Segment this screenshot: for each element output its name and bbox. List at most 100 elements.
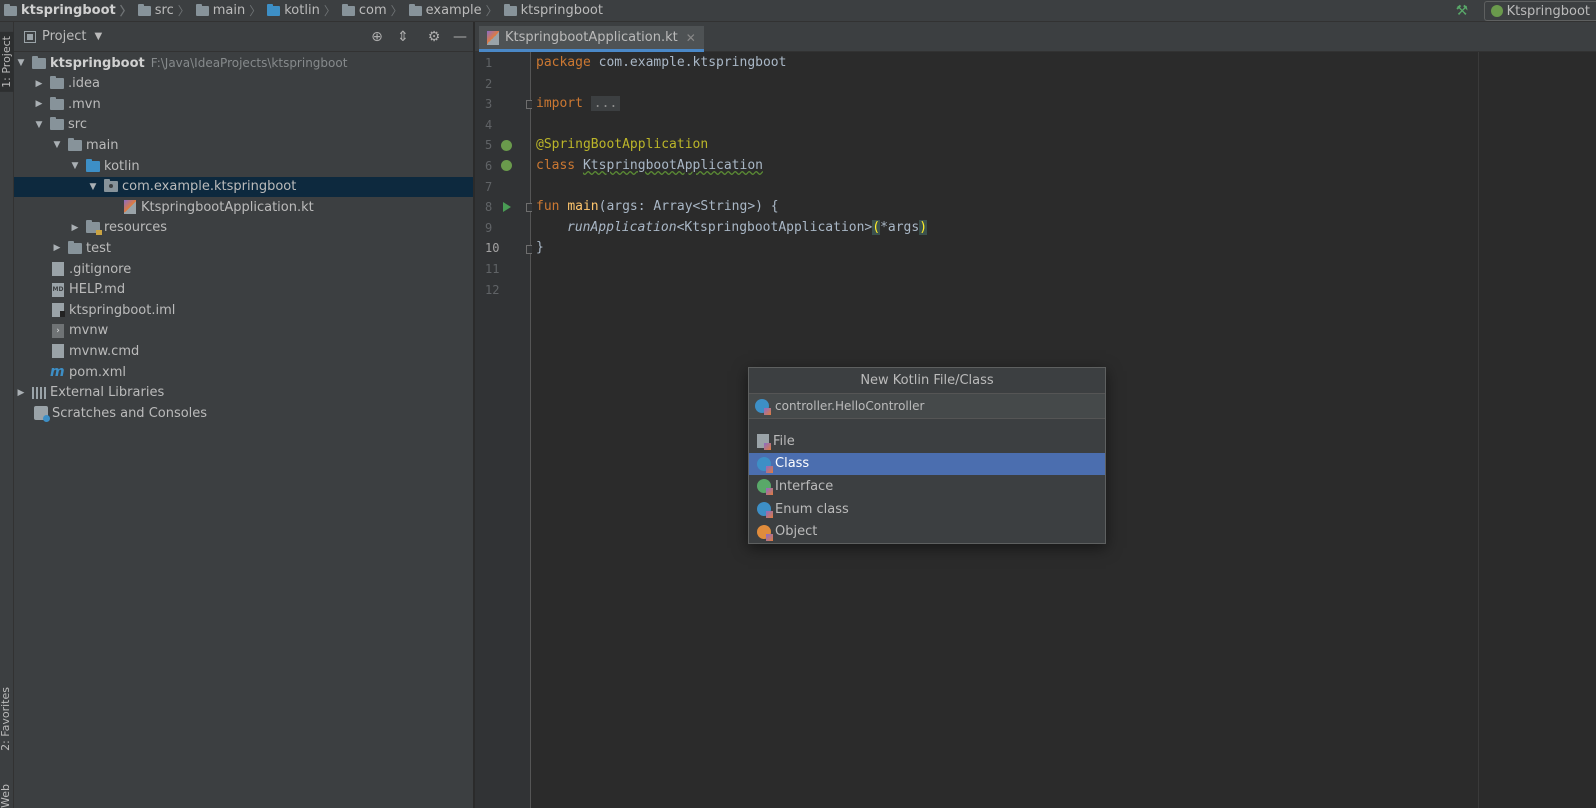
scratches-icon <box>34 406 50 423</box>
tree-item-help-md[interactable]: MD HELP.md <box>14 280 473 300</box>
libraries-icon <box>32 386 46 399</box>
project-view-select[interactable]: Project <box>42 29 86 44</box>
tree-item-kotlin[interactable]: ▼ kotlin <box>14 156 473 176</box>
maven-icon: m <box>50 364 65 380</box>
text-file-icon <box>52 262 64 276</box>
package-icon <box>503 3 517 16</box>
tree-item-project-root[interactable]: ▼ ktspringboot F:\Java\IdeaProjects\ktsp… <box>14 53 473 73</box>
locate-icon[interactable]: ⊕ <box>369 29 385 45</box>
line-number: 7 <box>485 179 493 194</box>
folder-icon <box>32 55 46 69</box>
line-number: 9 <box>485 220 493 235</box>
spring-bean-gutter-icon[interactable] <box>501 160 512 171</box>
line-number: 1 <box>485 56 493 70</box>
markdown-file-icon: MD <box>52 282 64 297</box>
editor-gutter: 1 2 3 4 5 6 7 8 9 10 11 12 <box>475 52 535 808</box>
spring-bean-gutter-icon[interactable] <box>501 140 512 151</box>
kind-enum-class[interactable]: Enum class <box>749 498 1105 521</box>
folder-icon <box>137 3 151 16</box>
close-icon[interactable]: ✕ <box>686 31 696 45</box>
tree-item-resources[interactable]: ▶ resources <box>14 218 473 238</box>
tree-item-src[interactable]: ▼ src <box>14 115 473 135</box>
line-number: 3 <box>485 97 493 112</box>
project-tool-tab[interactable]: 1: Project <box>0 32 14 92</box>
package-icon <box>104 179 118 193</box>
code-line: class KtspringbootApplication <box>536 158 763 173</box>
package-icon <box>408 3 422 16</box>
hide-panel-icon[interactable]: — <box>452 29 468 45</box>
collapsed-arrow-icon[interactable]: ▶ <box>34 79 44 89</box>
tree-item-package[interactable]: ▼ com.example.ktspringboot <box>14 176 473 197</box>
breadcrumb-src[interactable]: src 〉 <box>134 0 192 22</box>
tree-item-pom[interactable]: m pom.xml <box>14 362 473 382</box>
tree-item-idea[interactable]: ▶ .idea <box>14 74 473 94</box>
collapsed-arrow-icon[interactable]: ▶ <box>34 99 44 109</box>
build-hammer-icon[interactable]: ⚒ <box>1456 4 1470 18</box>
name-field[interactable] <box>749 393 1105 419</box>
editor-tab-bar: KtspringbootApplication.kt ✕ <box>475 22 1596 52</box>
project-view-icon <box>24 30 36 43</box>
kotlin-interface-icon <box>757 479 773 496</box>
resources-folder-icon <box>86 220 102 236</box>
line-number: 12 <box>485 282 500 297</box>
editor-tab-application-kt[interactable]: KtspringbootApplication.kt ✕ <box>479 26 704 52</box>
kotlin-enum-icon <box>757 502 773 519</box>
name-input[interactable] <box>775 399 1075 413</box>
run-toolbar: ⚒ Ktspringboot <box>1456 0 1596 22</box>
project-panel: Project ▼ ⊕ ⇕ ⚙ — ▼ ktspringboot F:\Java… <box>14 22 474 808</box>
kind-class[interactable]: Class <box>749 452 1105 476</box>
module-file-icon <box>52 303 65 318</box>
kotlin-file-icon <box>757 434 771 451</box>
tree-item-scratches[interactable]: Scratches and Consoles <box>14 403 473 423</box>
expanded-arrow-icon[interactable]: ▼ <box>16 58 26 68</box>
kotlin-class-icon <box>757 456 773 473</box>
kind-object[interactable]: Object <box>749 520 1105 543</box>
breadcrumb-example[interactable]: example 〉 <box>405 0 500 22</box>
run-configuration-select[interactable]: Ktspringboot <box>1483 1 1596 21</box>
tree-item-gitignore[interactable]: .gitignore <box>14 259 473 279</box>
kind-list: File Class Interface Enum class Object <box>749 430 1105 543</box>
folder-icon <box>4 3 17 16</box>
package-icon <box>341 3 355 16</box>
navigation-bar: ktspringboot 〉 src 〉 main 〉 kotlin 〉 com 〉 ex… <box>0 0 1596 22</box>
source-folder-icon <box>86 158 100 172</box>
collapsed-arrow-icon[interactable]: ▶ <box>16 388 26 398</box>
tree-item-mvnw[interactable]: › mvnw <box>14 321 473 341</box>
project-panel-header: Project ▼ ⊕ ⇕ ⚙ — <box>14 22 473 52</box>
folder-icon <box>68 137 82 151</box>
breadcrumb-com[interactable]: com 〉 <box>338 0 405 22</box>
expanded-arrow-icon[interactable]: ▼ <box>70 161 80 171</box>
collapse-all-icon[interactable]: ⇕ <box>395 29 411 45</box>
tree-item-test[interactable]: ▶ test <box>14 238 473 258</box>
web-tool-tab[interactable]: Web <box>0 784 12 808</box>
tree-item-application-kt[interactable]: KtspringbootApplication.kt <box>14 197 473 217</box>
code-line: package com.example.ktspringboot <box>536 55 787 70</box>
expanded-arrow-icon[interactable]: ▼ <box>52 140 62 150</box>
breadcrumb-main[interactable]: main 〉 <box>192 0 264 22</box>
run-gutter-icon[interactable] <box>503 202 511 212</box>
tree-item-iml[interactable]: ktspringboot.iml <box>14 300 473 320</box>
kind-file[interactable]: File <box>749 430 1105 453</box>
chevron-down-icon[interactable]: ▼ <box>94 31 102 42</box>
right-margin-guide <box>1478 52 1479 808</box>
text-file-icon <box>52 344 64 359</box>
dialog-title: New Kotlin File/Class <box>860 373 994 388</box>
tree-item-mvnw-cmd[interactable]: mvnw.cmd <box>14 341 473 361</box>
folded-imports[interactable]: ... <box>590 96 621 112</box>
gear-icon[interactable]: ⚙ <box>426 29 442 45</box>
breadcrumb-ktspringboot[interactable]: ktspringboot <box>500 0 603 22</box>
line-number: 11 <box>485 262 500 276</box>
breadcrumb-project[interactable]: ktspringboot 〉 <box>0 0 134 22</box>
code-line: } <box>536 240 544 256</box>
kotlin-object-icon <box>757 524 773 541</box>
tree-item-main[interactable]: ▼ main <box>14 135 473 155</box>
expanded-arrow-icon[interactable]: ▼ <box>34 120 44 130</box>
collapsed-arrow-icon[interactable]: ▶ <box>52 243 62 253</box>
collapsed-arrow-icon[interactable]: ▶ <box>70 223 80 233</box>
tree-item-mvn[interactable]: ▶ .mvn <box>14 94 473 114</box>
kind-interface[interactable]: Interface <box>749 475 1105 498</box>
breadcrumb-kotlin[interactable]: kotlin 〉 <box>263 0 338 22</box>
expanded-arrow-icon[interactable]: ▼ <box>88 182 98 192</box>
favorites-tool-tab[interactable]: 2: Favorites <box>0 687 12 751</box>
tree-item-external-libraries[interactable]: ▶ External Libraries <box>14 383 473 403</box>
